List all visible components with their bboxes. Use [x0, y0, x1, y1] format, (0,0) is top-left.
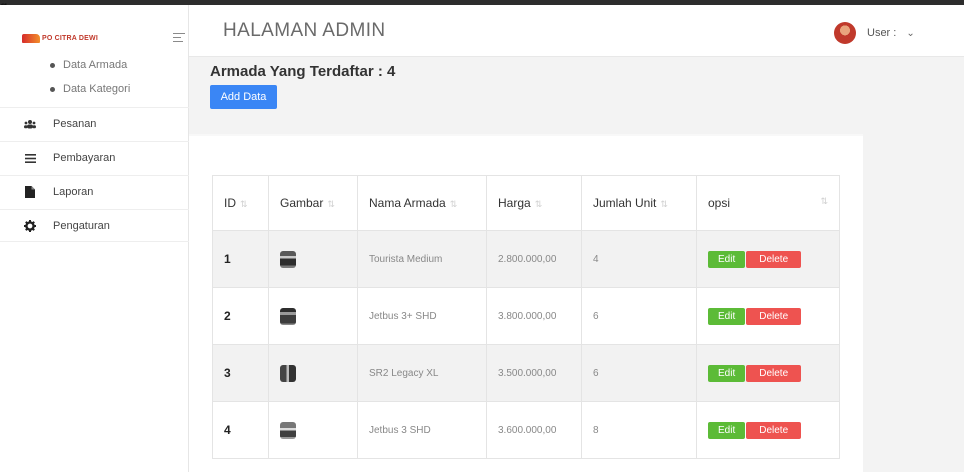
- sort-icon: ⇅: [820, 196, 828, 206]
- column-header-harga[interactable]: Harga ⇅: [486, 175, 582, 231]
- table-header-row: ID ⇅ Gambar ⇅ Nama Armada ⇅ Harga ⇅ Jumlah U…: [212, 175, 840, 231]
- sidebar-item-laporan[interactable]: Laporan: [0, 175, 189, 208]
- cell-jumlah: 4: [581, 230, 697, 288]
- table-card: ID ⇅ Gambar ⇅ Nama Armada ⇅ Harga ⇅ Jumlah U…: [189, 134, 863, 472]
- user-menu[interactable]: User : ⌄: [834, 22, 915, 44]
- sidebar-item-pengaturan[interactable]: Pengaturan: [0, 209, 189, 242]
- cell-gambar: [268, 230, 358, 288]
- delete-button[interactable]: Delete: [746, 307, 802, 325]
- delete-button[interactable]: Delete: [746, 250, 802, 268]
- top-navbar: HALAMAN ADMIN User : ⌄: [189, 5, 964, 57]
- sort-icon: ⇅: [240, 199, 248, 209]
- sidebar-subitem-label: Data Armada: [63, 59, 128, 71]
- gear-icon: [24, 219, 36, 232]
- sort-icon: ⇅: [534, 199, 543, 209]
- delete-button[interactable]: Delete: [746, 364, 802, 382]
- column-header-gambar[interactable]: Gambar ⇅: [268, 175, 358, 231]
- bus-thumbnail: [280, 421, 296, 439]
- sidebar-item-label: Pengaturan: [53, 219, 110, 232]
- logo-text: PO CITRA DEWI: [42, 34, 99, 42]
- cell-gambar: [268, 401, 358, 459]
- user-label: User :: [867, 27, 897, 39]
- bullet-icon: [50, 62, 55, 68]
- table-row: 2 Jetbus 3+ SHD 3.800.000,00 6 Edit Delet…: [212, 287, 840, 345]
- column-header-nama-armada[interactable]: Nama Armada ⇅: [357, 175, 487, 231]
- column-header-jumlah-unit[interactable]: Jumlah Unit ⇅: [581, 175, 697, 231]
- cell-jumlah: 6: [581, 344, 697, 402]
- sort-icon: ⇅: [660, 199, 668, 209]
- cell-id: 2: [212, 287, 269, 345]
- sidebar-subitem-label: Data Kategori: [63, 83, 131, 95]
- cell-harga: 3.500.000,00: [486, 344, 582, 402]
- cell-nama: Jetbus 3+ SHD: [357, 287, 487, 345]
- avatar: [834, 22, 856, 44]
- sort-icon: ⇅: [449, 199, 458, 209]
- cell-nama: Jetbus 3 SHD: [357, 401, 487, 459]
- sidebar-subitem-data-kategori[interactable]: Data Kategori: [50, 83, 130, 95]
- sidebar-subitem-data-armada[interactable]: Data Armada: [50, 59, 127, 71]
- list-icon: [24, 152, 36, 164]
- bus-logo-icon: [22, 33, 40, 43]
- delete-button[interactable]: Delete: [746, 421, 802, 439]
- table-row: 1 Tourista Medium 2.800.000,00 4 Edit Del…: [212, 230, 840, 288]
- file-icon: [24, 186, 36, 198]
- sidebar-item-pembayaran[interactable]: Pembayaran: [0, 141, 189, 174]
- cell-opsi: Edit Delete: [696, 401, 840, 459]
- bus-thumbnail: [280, 307, 296, 325]
- cell-id: 3: [212, 344, 269, 402]
- bus-thumbnail: [280, 250, 296, 268]
- cell-nama: SR2 Legacy XL: [357, 344, 487, 402]
- column-header-opsi[interactable]: opsi ⇅: [696, 175, 840, 231]
- section-heading: Armada Yang Terdaftar : 4: [210, 63, 396, 80]
- sidebar-item-label: Laporan: [53, 186, 94, 198]
- cell-gambar: [268, 344, 358, 402]
- cell-gambar: [268, 287, 358, 345]
- brand-logo[interactable]: PO CITRA DEWI: [22, 30, 134, 46]
- sidebar-item-label: Pembayaran: [53, 152, 116, 164]
- cell-harga: 2.800.000,00: [486, 230, 582, 288]
- armada-table: ID ⇅ Gambar ⇅ Nama Armada ⇅ Harga ⇅ Jumlah U…: [212, 175, 840, 459]
- cell-id: 4: [212, 401, 269, 459]
- edit-button[interactable]: Edit: [708, 307, 746, 325]
- cell-harga: 3.800.000,00: [486, 287, 582, 345]
- cell-harga: 3.600.000,00: [486, 401, 582, 459]
- edit-button[interactable]: Edit: [708, 364, 746, 382]
- sidebar-item-label: Pesanan: [53, 118, 97, 130]
- bus-thumbnail: [280, 364, 296, 382]
- users-icon: [24, 118, 36, 130]
- table-row: 4 Jetbus 3 SHD 3.600.000,00 8 Edit Delete: [212, 401, 840, 459]
- bullet-icon: [50, 86, 55, 92]
- edit-button[interactable]: Edit: [708, 421, 746, 439]
- page-title: HALAMAN ADMIN: [223, 20, 386, 41]
- add-data-button[interactable]: Add Data: [210, 85, 277, 109]
- sidebar: PO CITRA DEWI Data Armada Data Kategori …: [0, 5, 189, 472]
- sidebar-item-pesanan[interactable]: Pesanan: [0, 107, 189, 140]
- menu-toggle-icon[interactable]: [173, 33, 185, 43]
- cell-jumlah: 6: [581, 287, 697, 345]
- cell-opsi: Edit Delete: [696, 287, 840, 345]
- main-content: Armada Yang Terdaftar : 4 Add Data ID ⇅ G…: [189, 57, 964, 472]
- cell-jumlah: 8: [581, 401, 697, 459]
- cell-opsi: Edit Delete: [696, 344, 840, 402]
- column-header-id[interactable]: ID ⇅: [212, 175, 269, 231]
- chevron-down-icon: ⌄: [906, 27, 915, 39]
- cell-id: 1: [212, 230, 269, 288]
- cell-opsi: Edit Delete: [696, 230, 840, 288]
- edit-button[interactable]: Edit: [708, 250, 746, 268]
- sort-icon: ⇅: [327, 199, 335, 209]
- table-row: 3 SR2 Legacy XL 3.500.000,00 6 Edit Delet…: [212, 344, 840, 402]
- cell-nama: Tourista Medium: [357, 230, 487, 288]
